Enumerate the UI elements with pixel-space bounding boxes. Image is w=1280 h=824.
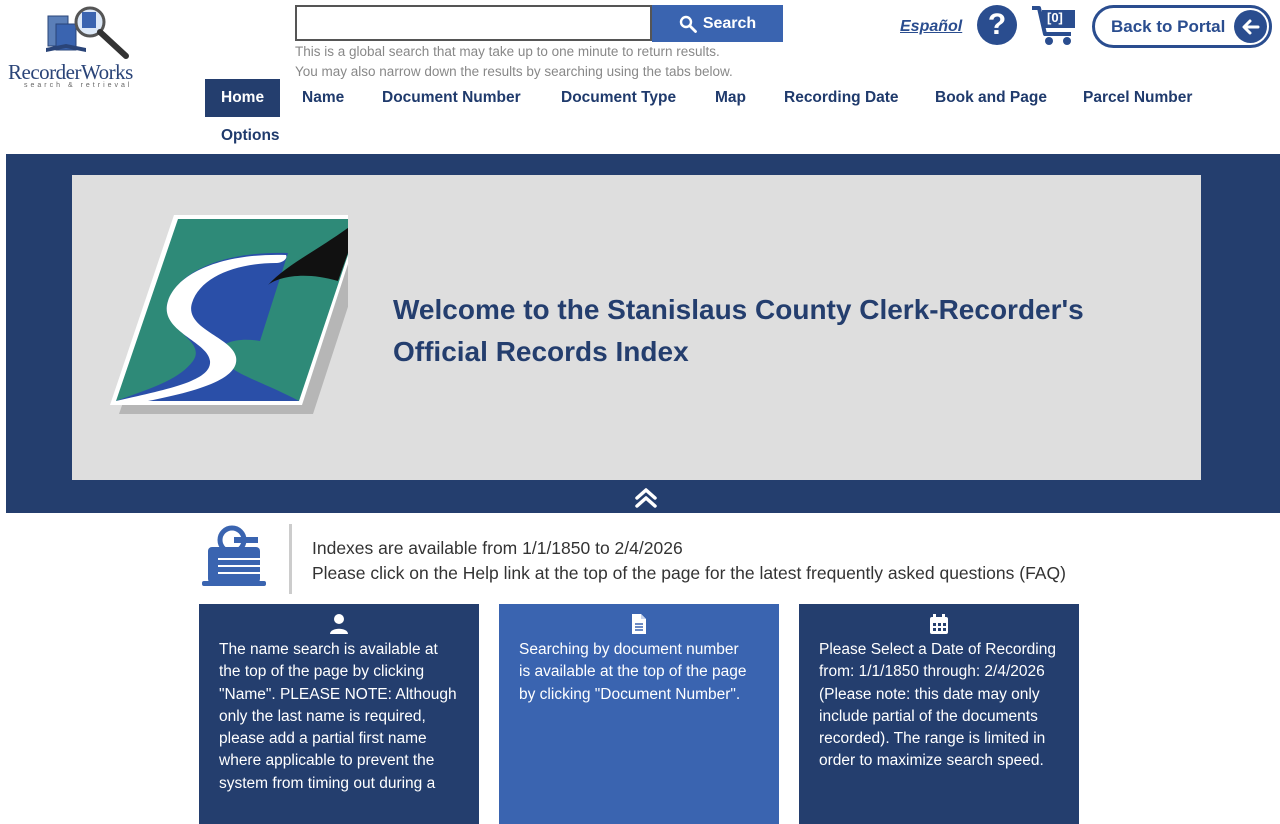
- card-line: please add a partial first name: [219, 730, 427, 748]
- welcome-panel: Welcome to the Stanislaus County Clerk-R…: [72, 175, 1201, 480]
- tab-recording-date[interactable]: Recording Date: [768, 79, 915, 117]
- logo-tagline: search & retrieval: [24, 82, 133, 89]
- tab-document-number[interactable]: Document Number: [366, 79, 537, 117]
- tab-book-and-page[interactable]: Book and Page: [919, 79, 1063, 117]
- global-search-input[interactable]: [295, 5, 652, 41]
- availability-line: Indexes are available from 1/1/1850 to 2…: [312, 538, 683, 558]
- search-button[interactable]: Search: [652, 5, 783, 42]
- cart-count: [0]: [1047, 10, 1063, 25]
- card-document-number: Searching by document number is availabl…: [499, 604, 779, 824]
- calendar-icon: [930, 614, 948, 634]
- stanislaus-county-logo: [110, 215, 348, 414]
- card-line: The name search is available at: [219, 641, 438, 658]
- card-line: the top of the page by clicking: [219, 663, 425, 681]
- card-name-search: The name search is available at the top …: [199, 604, 479, 824]
- card-line: Searching by document number: [519, 641, 739, 658]
- back-to-portal-label: Back to Portal: [1111, 16, 1226, 36]
- welcome-line-1: Welcome to the Stanislaus County Clerk-R…: [393, 294, 1084, 325]
- welcome-heading: Welcome to the Stanislaus County Clerk-R…: [393, 289, 1173, 373]
- tab-parcel-number[interactable]: Parcel Number: [1067, 79, 1208, 117]
- record-index-icon: [202, 525, 266, 586]
- tab-options[interactable]: Options: [205, 117, 296, 155]
- recorderworks-logo[interactable]: RecorderWorks search & retrieval: [6, 2, 166, 90]
- info-divider: [289, 524, 292, 594]
- card-line: system from timing out during a: [219, 774, 436, 792]
- cart-icon[interactable]: [0]: [1031, 4, 1079, 48]
- card-line: recorded). The range is limited in: [819, 730, 1046, 748]
- card-line: where applicable to prevent the: [219, 752, 435, 770]
- top-header: RecorderWorks search & retrieval Search …: [0, 0, 1280, 154]
- card-line: by clicking "Document Number".: [519, 685, 741, 703]
- logo-graphic: [46, 6, 129, 59]
- welcome-line-2: Official Records Index: [393, 336, 689, 367]
- tab-home[interactable]: Home: [205, 79, 281, 117]
- user-icon: [330, 614, 348, 634]
- tab-map[interactable]: Map: [699, 79, 762, 117]
- card-line: order to maximize search speed.: [819, 752, 1044, 770]
- chevron-double-up-icon[interactable]: [634, 487, 658, 509]
- search-button-label: Search: [702, 14, 757, 32]
- card-line: (Please note: this date may only: [819, 685, 1040, 703]
- tab-name[interactable]: Name: [286, 79, 360, 117]
- search-icon: [679, 15, 697, 33]
- card-line: from: 1/1/1850 through: 2/4/2026: [819, 663, 1045, 681]
- card-recording-date: Please Select a Date of Recording from: …: [799, 604, 1079, 824]
- arrow-left-icon: [1234, 10, 1267, 43]
- card-line: only the last name is required,: [219, 707, 426, 725]
- faq-line: Please click on the Help link at the top…: [312, 563, 1066, 583]
- card-line: include partial of the documents: [819, 707, 1038, 725]
- back-to-portal-button[interactable]: Back to Portal: [1092, 5, 1272, 48]
- index-availability-info: Indexes are available from 1/1/1850 to 2…: [312, 536, 1066, 586]
- document-icon: [632, 614, 646, 634]
- card-line: "Name". PLEASE NOTE: Although: [219, 685, 457, 703]
- welcome-banner: Welcome to the Stanislaus County Clerk-R…: [6, 154, 1280, 513]
- help-icon[interactable]: ?: [977, 5, 1017, 45]
- card-line: Please Select a Date of Recording: [819, 641, 1056, 658]
- search-hint-line-1: This is a global search that may take up…: [295, 44, 720, 59]
- card-line: is available at the top of the page: [519, 663, 747, 681]
- search-hint: This is a global search that may take up…: [295, 42, 733, 82]
- tab-document-type[interactable]: Document Type: [545, 79, 692, 117]
- language-link-espanol[interactable]: Español: [900, 18, 962, 36]
